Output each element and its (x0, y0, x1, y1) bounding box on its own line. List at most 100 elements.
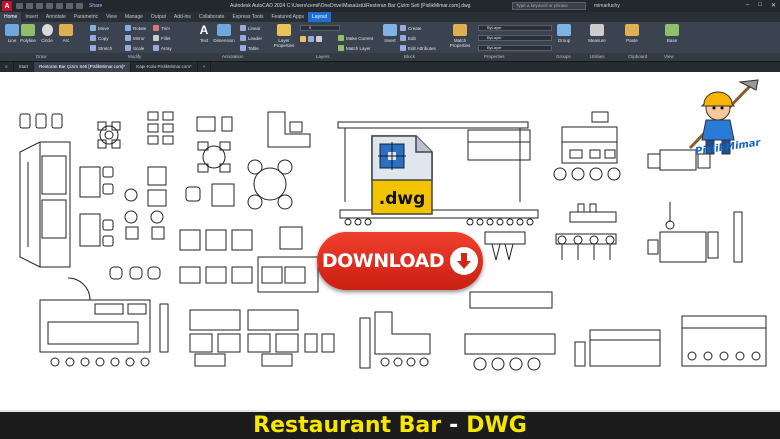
trim-tool[interactable]: Trim (153, 25, 170, 31)
window-controls: – □ ✕ (746, 2, 776, 9)
rotate-tool[interactable]: Rotate (125, 25, 146, 31)
base-view-tool[interactable]: Base (660, 24, 684, 43)
new-file-icon[interactable] (16, 3, 23, 9)
panel-label-clipboard[interactable]: Clipboard (628, 54, 647, 59)
bottle-row (344, 218, 534, 226)
new-tab-button[interactable]: + (198, 62, 212, 72)
autocad-logo-icon[interactable]: A (2, 1, 12, 11)
circle-icon (41, 24, 53, 36)
array-icon (153, 45, 159, 51)
layer-on-icon[interactable] (300, 36, 306, 42)
match-properties-tool[interactable]: Match Properties (446, 24, 474, 48)
panel-label-groups[interactable]: Groups (556, 54, 571, 59)
maximize-icon[interactable]: □ (758, 2, 762, 9)
arc-tool[interactable]: Arc (54, 24, 78, 43)
layer-dropdown[interactable]: 0 (300, 25, 340, 31)
layer-state-icons (300, 36, 322, 42)
panel-label-annotation[interactable]: Annotation (222, 54, 244, 59)
tab-insert[interactable]: Insert (21, 12, 42, 22)
panel-label-utilities[interactable]: Utilities (590, 54, 605, 59)
undo-icon[interactable] (66, 3, 73, 9)
tab-collaborate[interactable]: Collaborate (195, 12, 229, 22)
dwg-label: .dwg (379, 189, 426, 209)
redo-icon[interactable] (76, 3, 83, 9)
array-tool[interactable]: Array (153, 45, 172, 51)
file-tabs: ≡ Start Restoran Bar Çizim Seti [PislikM… (0, 62, 780, 72)
search-input[interactable]: Type a keyword or phrase (512, 2, 586, 10)
panel-label-view[interactable]: View (664, 54, 674, 59)
round-tables-block (185, 111, 311, 210)
tab-annotate[interactable]: Annotate (42, 12, 70, 22)
tab-view[interactable]: View (102, 12, 121, 22)
panel-label-block[interactable]: Block (404, 54, 415, 59)
make-current-tool[interactable]: Make Current (338, 35, 373, 41)
tab-featured-apps[interactable]: Featured Apps (268, 12, 309, 22)
mirror-tool[interactable]: Mirror (125, 35, 145, 41)
tables-column-2 (109, 111, 174, 280)
file-tab-kapi-kolu[interactable]: Kapı-Kolu-PislikMimar.com* (131, 62, 198, 72)
group-icon (557, 24, 571, 36)
table-tool[interactable]: Table (240, 45, 259, 51)
save-as-icon[interactable] (46, 3, 53, 9)
tab-add-ins[interactable]: Add-ins (170, 12, 195, 22)
color-dropdown[interactable]: ByLayer (478, 25, 552, 31)
share-button[interactable]: Share (89, 3, 102, 9)
move-icon (90, 25, 96, 31)
tab-parametric[interactable]: Parametric (70, 12, 102, 22)
linear-icon (240, 25, 246, 31)
scale-tool[interactable]: Scale (125, 45, 144, 51)
move-tool[interactable]: Move (90, 25, 109, 31)
layer-lock-icon[interactable] (316, 36, 322, 42)
save-icon[interactable] (36, 3, 43, 9)
rotate-icon (125, 25, 131, 31)
tab-manage[interactable]: Manage (121, 12, 147, 22)
panel-label-layers[interactable]: Layers (316, 54, 330, 59)
create-block-tool[interactable]: Create (400, 25, 422, 31)
tab-home[interactable]: Home (0, 12, 22, 22)
tab-express-tools[interactable]: Express Tools (228, 12, 267, 22)
measure-tool[interactable]: Measure (585, 24, 609, 43)
linetype-dropdown[interactable]: ByLayer (478, 35, 552, 41)
polyline-icon (21, 24, 35, 36)
arc-icon (59, 24, 73, 36)
paste-tool[interactable]: Paste (620, 24, 644, 43)
ribbon-panel-labels: Draw Modify Annotation Layers Block Prop… (0, 53, 780, 61)
print-icon[interactable] (56, 3, 63, 9)
create-icon (400, 25, 406, 31)
user-account[interactable]: mimarfuchy (594, 3, 620, 9)
stretch-tool[interactable]: Stretch (90, 45, 112, 51)
copy-icon (90, 35, 96, 41)
panel-label-properties[interactable]: Properties (484, 54, 505, 59)
layer-properties-tool[interactable]: Layer Properties (270, 24, 298, 48)
panel-label-modify[interactable]: Modify (128, 54, 141, 59)
close-icon[interactable]: ✕ (771, 2, 776, 9)
tab-layout[interactable]: Layout (308, 12, 332, 22)
group-tool[interactable]: Group (552, 24, 576, 43)
fillet-tool[interactable]: Fillet (153, 35, 171, 41)
copy-tool[interactable]: Copy (90, 35, 109, 41)
file-tab-restoran-bar[interactable]: Restoran Bar Çizim Seti [PislikMimar.com… (34, 62, 132, 72)
stretch-icon (90, 45, 96, 51)
minimize-icon[interactable]: – (746, 2, 749, 9)
edit-block-tool[interactable]: Edit (400, 35, 416, 41)
layer-freeze-icon[interactable] (308, 36, 314, 42)
mirror-icon (125, 35, 131, 41)
match-layer-tool[interactable]: Match Layer (338, 45, 371, 51)
tab-output[interactable]: Output (147, 12, 170, 22)
start-tab[interactable]: Start (14, 62, 35, 72)
panel-label-draw[interactable]: Draw (36, 54, 47, 59)
linear-dim-tool[interactable]: Linear (240, 25, 261, 31)
download-button[interactable]: DOWNLOAD (317, 232, 483, 290)
edit-attributes-tool[interactable]: Edit Attributes (400, 45, 436, 51)
lineweight-dropdown[interactable]: ByLayer (478, 45, 552, 51)
autocad-window: A Share Autodesk AutoCAD 2024 C:\Users\c… (0, 0, 780, 439)
insert-block-tool[interactable]: Insert (378, 24, 402, 43)
edit-attributes-icon (400, 45, 406, 51)
text-icon: A (197, 24, 211, 36)
scale-icon (125, 45, 131, 51)
leader-tool[interactable]: Leader (240, 35, 262, 41)
dimension-tool[interactable]: Dimension (212, 24, 236, 43)
measure-icon (590, 24, 604, 36)
app-menu-button[interactable]: ≡ (0, 62, 14, 72)
open-file-icon[interactable] (26, 3, 33, 9)
